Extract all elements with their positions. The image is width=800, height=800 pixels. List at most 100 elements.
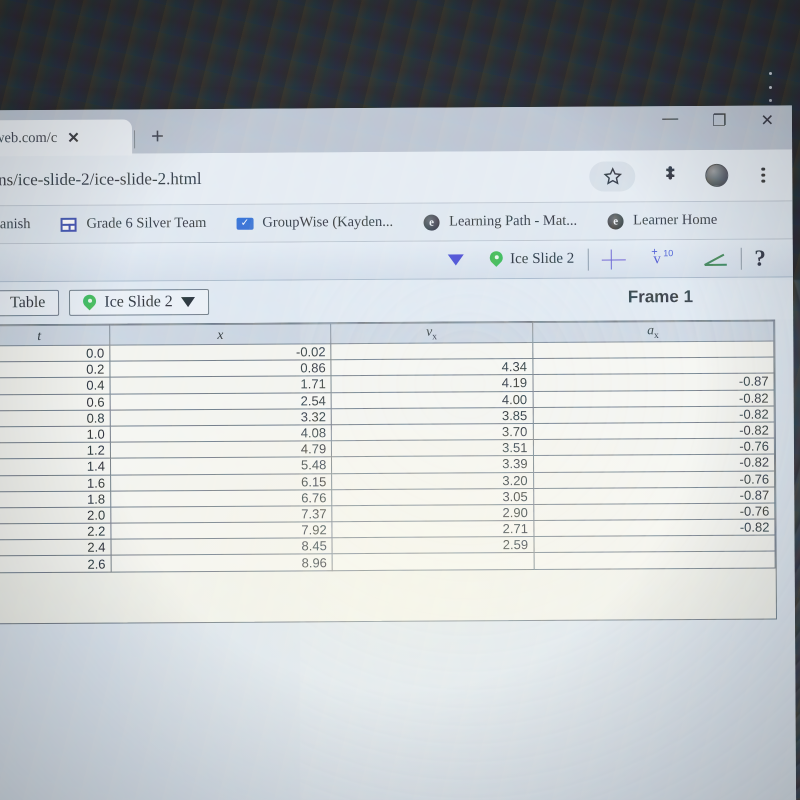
photographed-screen: web.com/c ✕ + — ❐ ✕ ications/ice-slide-2… [0, 0, 800, 800]
cell-vx[interactable]: 3.70 [331, 423, 533, 441]
cell-t[interactable]: 0.2 [0, 361, 110, 379]
cell-t[interactable]: 1.2 [0, 442, 111, 460]
bookmark-star-icon[interactable] [589, 160, 636, 192]
browser-menu-icon[interactable] [752, 164, 774, 186]
cell-ax[interactable] [532, 341, 774, 359]
cell-vx[interactable]: 3.85 [331, 407, 533, 425]
window-controls: — ❐ ✕ [662, 110, 774, 131]
cell-ax[interactable]: -0.76 [533, 470, 775, 489]
bookmark-label: GroupWise (Kayden... [262, 213, 394, 231]
cell-x[interactable]: 2.54 [109, 392, 332, 410]
cell-vx[interactable]: 4.00 [331, 391, 533, 409]
calibration-button[interactable]: + 10 v [638, 244, 690, 274]
close-window-button[interactable]: ✕ [760, 113, 774, 130]
help-button[interactable]: ? [741, 243, 779, 273]
cell-ax[interactable]: -0.76 [532, 438, 775, 456]
mail-icon [236, 215, 254, 232]
bookmarks-bar: Spanish Grade 6 Silver Team GroupWise (K… [0, 201, 793, 245]
cell-x[interactable]: 6.76 [110, 489, 333, 507]
column-header-ax[interactable]: ax [532, 321, 774, 343]
table-button-label: Table [9, 293, 46, 312]
device-overflow-menu-icon[interactable] [763, 72, 777, 102]
extensions-puzzle-icon[interactable] [659, 165, 681, 187]
cell-vx[interactable]: 3.20 [331, 471, 534, 490]
bookmark-learner-home[interactable]: e Learner Home [607, 212, 717, 230]
cell-x[interactable]: 6.15 [110, 473, 332, 491]
new-tab-button[interactable]: + [151, 123, 164, 148]
cell-vx[interactable]: 3.51 [331, 439, 533, 458]
table-body: 0.0 -0.02 0.2 0.86 4.34 0.4 1.71 4.19 -0.87 0.6 2.… [0, 341, 776, 573]
cell-t[interactable]: 0.0 [0, 345, 110, 363]
cell-t[interactable]: 1.0 [0, 426, 111, 444]
cell-t[interactable]: 2.0 [0, 506, 111, 525]
address-bar[interactable]: ications/ice-slide-2/ice-slide-2.html [0, 166, 589, 190]
cell-x[interactable]: 5.48 [110, 457, 332, 475]
bookmark-groupwise[interactable]: GroupWise (Kayden... [236, 214, 393, 232]
cell-t[interactable]: 1.6 [0, 474, 111, 492]
cell-ax[interactable]: -0.82 [532, 454, 775, 472]
cell-vx[interactable]: 3.39 [331, 455, 534, 474]
cell-t[interactable]: 0.8 [0, 409, 111, 427]
cell-x[interactable]: 7.37 [110, 505, 333, 524]
column-header-ax-sub: x [653, 331, 659, 342]
column-header-t[interactable]: t [0, 325, 110, 346]
cell-x[interactable]: 4.08 [110, 424, 332, 443]
cell-t[interactable]: 0.4 [0, 377, 110, 395]
axes-button[interactable] [588, 244, 638, 274]
table-row[interactable]: 2.6 8.96 [0, 551, 776, 573]
cell-vx[interactable]: 2.71 [332, 520, 534, 538]
cell-ax[interactable]: -0.82 [533, 519, 775, 537]
tab-ice-slide[interactable]: web.com/c ✕ [0, 119, 133, 157]
cell-x[interactable]: 0.86 [109, 359, 332, 378]
cell-t[interactable]: 0.6 [0, 393, 111, 411]
cell-t[interactable]: 2.2 [0, 523, 111, 541]
browser-window: web.com/c ✕ + — ❐ ✕ ications/ice-slide-2… [0, 105, 797, 800]
column-header-vx[interactable]: vx [330, 322, 533, 344]
cell-t[interactable]: 2.4 [0, 539, 111, 557]
cell-t[interactable]: 1.4 [0, 458, 111, 476]
pin-icon [490, 251, 503, 268]
track-selector[interactable]: Ice Slide 2 [477, 244, 587, 275]
bookmark-grade-6-silver-team[interactable]: Grade 6 Silver Team [60, 215, 206, 233]
cell-x[interactable]: -0.02 [109, 343, 332, 362]
cell-ax[interactable]: -0.87 [532, 373, 775, 392]
column-header-t-base: t [37, 327, 42, 343]
cell-ax[interactable]: -0.76 [533, 502, 775, 521]
cell-x[interactable]: 7.92 [110, 521, 333, 540]
cell-vx[interactable] [331, 342, 533, 360]
cell-ax[interactable]: -0.82 [532, 389, 775, 408]
cell-vx[interactable]: 2.59 [332, 536, 534, 555]
cell-vx[interactable]: 2.90 [332, 504, 534, 522]
cell-ax[interactable] [533, 551, 776, 570]
cell-vx[interactable] [332, 552, 534, 571]
minimize-button[interactable]: — [662, 110, 678, 127]
bookmark-spanish[interactable]: Spanish [0, 216, 31, 233]
cell-vx[interactable]: 4.19 [331, 374, 533, 393]
cell-x[interactable]: 8.45 [110, 537, 333, 556]
bookmark-learning-path[interactable]: e Learning Path - Mat... [423, 213, 577, 231]
table-button[interactable]: Table [0, 289, 60, 317]
cell-ax[interactable]: -0.82 [532, 421, 775, 440]
profile-avatar[interactable] [705, 163, 729, 187]
cell-t[interactable]: 2.6 [0, 555, 112, 573]
cell-t[interactable]: 1.8 [0, 490, 111, 508]
column-header-x[interactable]: x [109, 323, 332, 346]
cell-vx[interactable]: 3.05 [331, 488, 534, 506]
cell-x[interactable]: 8.96 [110, 554, 333, 572]
table-track-selector[interactable]: Ice Slide 2 [69, 288, 209, 316]
restore-button[interactable]: ❐ [712, 113, 726, 130]
omnibox-row: ications/ice-slide-2/ice-slide-2.html [0, 149, 793, 207]
cell-x[interactable]: 3.32 [110, 408, 332, 427]
cell-x[interactable]: 1.71 [109, 376, 332, 394]
cell-ax[interactable] [532, 357, 774, 375]
cell-ax[interactable]: -0.87 [533, 486, 775, 505]
track-dropdown-button[interactable] [435, 245, 477, 275]
protractor-button[interactable] [690, 243, 740, 273]
cell-vx[interactable]: 4.34 [331, 358, 533, 377]
cell-ax[interactable]: -0.82 [532, 405, 775, 424]
cell-x[interactable]: 4.79 [110, 440, 332, 459]
cell-ax[interactable] [533, 535, 776, 553]
data-table-container[interactable]: t x vx ax 0.0 -0.02 0.2 0.86 4.34 0.4 1.… [0, 319, 777, 625]
tab-close-icon[interactable]: ✕ [67, 129, 80, 147]
edgenuity-e-icon: e [607, 212, 624, 230]
